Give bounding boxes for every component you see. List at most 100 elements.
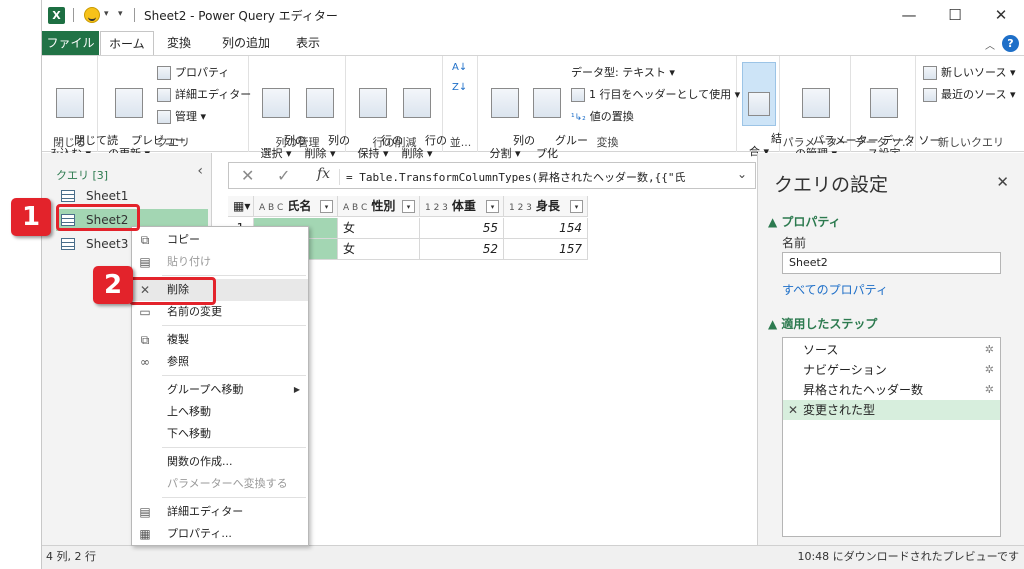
group-by-button[interactable]: グルー プ化 (527, 62, 588, 173)
text-type-icon: A B C (343, 203, 368, 213)
table-cell[interactable]: 女 (338, 218, 420, 239)
advanced-editor-button[interactable]: 詳細エディター (157, 86, 251, 102)
title-separator-2 (134, 8, 135, 22)
choose-columns-button[interactable]: 列の 選択 ▾ (256, 62, 306, 173)
menu-item-reference[interactable]: ∞ 参照 (132, 351, 308, 373)
menu-item-duplicate[interactable]: ⧉ 複製 (132, 329, 308, 351)
step-item-source[interactable]: ソース ✲ (783, 340, 1000, 360)
delete-step-icon[interactable]: ✕ (788, 400, 798, 420)
queries-header: クエリ [3] (56, 169, 109, 182)
new-source-button[interactable]: 新しいソース ▾ (923, 64, 1015, 80)
title-bar: X ▾ ▾ Sheet2 - Power Query エディター — ☐ ✕ (42, 0, 1024, 31)
collapse-ribbon-icon[interactable]: ︿ (985, 37, 995, 52)
table-cell[interactable]: 154 (504, 218, 588, 239)
menu-item-move-down[interactable]: 下へ移動 (132, 423, 308, 445)
filter-dropdown-icon[interactable]: ▾ (402, 200, 415, 213)
column-header-gender[interactable]: A B C 性別 ▾ (338, 196, 420, 217)
use-first-row-as-headers-button[interactable]: 1 行目をヘッダーとして使用 ▾ (571, 86, 740, 102)
tab-home[interactable]: ホーム (100, 31, 154, 56)
menu-item-move-to-group[interactable]: グループへ移動 ▶ (132, 379, 308, 401)
group-new-query-label: 新しいクエリ (938, 136, 1004, 149)
step-label: ナビゲーション (803, 363, 887, 377)
column-header-name[interactable]: A B C 氏名 ▾ (254, 196, 338, 217)
table-cell[interactable]: 157 (504, 239, 588, 260)
rename-icon: ▭ (139, 305, 151, 319)
tab-view[interactable]: 表示 (288, 31, 328, 56)
menu-item-label: コピー (167, 233, 200, 246)
table-cell[interactable]: 52 (420, 239, 504, 260)
column-header-label: 身長 (535, 199, 560, 213)
step-label: 変更された型 (803, 403, 876, 417)
filter-dropdown-icon[interactable]: ▾ (570, 200, 583, 213)
step-settings-gear-icon[interactable]: ✲ (985, 380, 994, 400)
column-header-weight[interactable]: 1 2 3 体重 ▾ (420, 196, 504, 217)
step-marker-2: 2 (93, 266, 133, 304)
table-menu-icon[interactable]: ▦▾ (228, 196, 254, 217)
tab-transform[interactable]: 変換 (159, 31, 199, 56)
manage-parameters-icon (802, 88, 830, 118)
feedback-dropdown-icon[interactable]: ▾ (104, 9, 109, 19)
menu-item-advanced-editor[interactable]: ▤ 詳細エディター (132, 501, 308, 523)
close-settings-icon[interactable]: ✕ (996, 173, 1009, 191)
manage-label: 管理 ▾ (175, 110, 207, 123)
remove-rows-button[interactable]: 行の 削除 ▾ (397, 62, 447, 173)
replace-values-button[interactable]: ¹↳₂ 値の置換 (571, 108, 634, 124)
sort-descending-icon[interactable]: Z↓ (452, 82, 467, 93)
properties-label: プロパティ (175, 66, 230, 79)
tab-add-column[interactable]: 列の追加 (214, 31, 278, 56)
properties-section-header[interactable]: ▲ プロパティ (768, 213, 841, 230)
collapse-queries-icon[interactable]: ‹ (197, 163, 203, 179)
cancel-formula-icon[interactable]: ✕ (241, 166, 254, 185)
menu-separator (162, 275, 306, 276)
close-window-button[interactable]: ✕ (986, 4, 1016, 26)
table-cell[interactable]: 女 (338, 239, 420, 260)
step-item-navigation[interactable]: ナビゲーション ✲ (783, 360, 1000, 380)
confirm-formula-icon[interactable]: ✓ (277, 166, 290, 185)
tab-file[interactable]: ファイル (42, 31, 99, 56)
recent-sources-button[interactable]: 最近のソース ▾ (923, 86, 1015, 102)
menu-separator (162, 497, 306, 498)
query-settings-title: クエリの設定 (774, 174, 889, 196)
column-header-height[interactable]: 1 2 3 身長 ▾ (504, 196, 588, 217)
applied-steps-section-header[interactable]: ▲ 適用したステップ (768, 315, 877, 332)
menu-item-properties[interactable]: ▦ プロパティ... (132, 523, 308, 545)
formula-input[interactable]: = Table.TransformColumnTypes(昇格されたヘッダー数,… (339, 169, 729, 185)
maximize-button[interactable]: ☐ (940, 4, 970, 26)
table-cell[interactable]: 55 (420, 218, 504, 239)
step-label: 昇格されたヘッダー数 (803, 383, 924, 397)
menu-item-create-function[interactable]: 関数の作成... (132, 451, 308, 473)
expand-formula-icon[interactable]: ⌄ (737, 167, 747, 181)
manage-button[interactable]: 管理 ▾ (157, 108, 206, 124)
filter-dropdown-icon[interactable]: ▾ (486, 200, 499, 213)
combine-icon (748, 92, 770, 116)
step-settings-gear-icon[interactable]: ✲ (985, 360, 994, 380)
smiley-feedback-icon[interactable] (84, 7, 100, 23)
split-column-button[interactable]: 列の 分割 ▾ (485, 62, 535, 173)
keep-rows-button[interactable]: 行の 保持 ▾ (353, 62, 403, 173)
quick-access-dropdown-icon[interactable]: ▾ (118, 9, 123, 19)
remove-columns-button[interactable]: 列の 削除 ▾ (300, 62, 350, 173)
reference-icon: ∞ (140, 355, 150, 369)
menu-item-move-up[interactable]: 上へ移動 (132, 401, 308, 423)
remove-rows-icon (403, 88, 431, 118)
minimize-button[interactable]: — (894, 4, 924, 26)
properties-button[interactable]: プロパティ (157, 64, 229, 80)
use-first-row-label: 1 行目をヘッダーとして使用 ▾ (589, 88, 741, 101)
group-sort-label: 並... (449, 136, 472, 149)
combine-button[interactable]: 結 合 ▾ (742, 62, 782, 158)
filter-dropdown-icon[interactable]: ▾ (320, 200, 333, 213)
data-type-dropdown[interactable]: データ型: テキスト ▾ (571, 64, 675, 80)
menu-item-copy[interactable]: ⧉ コピー (132, 229, 308, 251)
all-properties-link[interactable]: すべてのプロパティ (782, 281, 888, 298)
step-item-promoted-headers[interactable]: 昇格されたヘッダー数 ✲ (783, 380, 1000, 400)
applied-steps-list: ソース ✲ ナビゲーション ✲ 昇格されたヘッダー数 ✲ ✕ 変更された型 (782, 337, 1001, 537)
step-settings-gear-icon[interactable]: ✲ (985, 340, 994, 360)
sort-ascending-icon[interactable]: A↓ (452, 62, 467, 73)
step-item-changed-type[interactable]: ✕ 変更された型 (783, 400, 1000, 420)
help-icon[interactable]: ? (1002, 35, 1019, 52)
advanced-editor-icon: ▤ (139, 505, 151, 519)
group-data-source: データ ソー ス設定 データ ソ... (852, 56, 940, 160)
formula-bar: ✕ ✓ fx = Table.TransformColumnTypes(昇格され… (228, 162, 756, 189)
query-name-input[interactable]: Sheet2 (782, 252, 1001, 274)
menu-item-label: 複製 (167, 333, 189, 346)
